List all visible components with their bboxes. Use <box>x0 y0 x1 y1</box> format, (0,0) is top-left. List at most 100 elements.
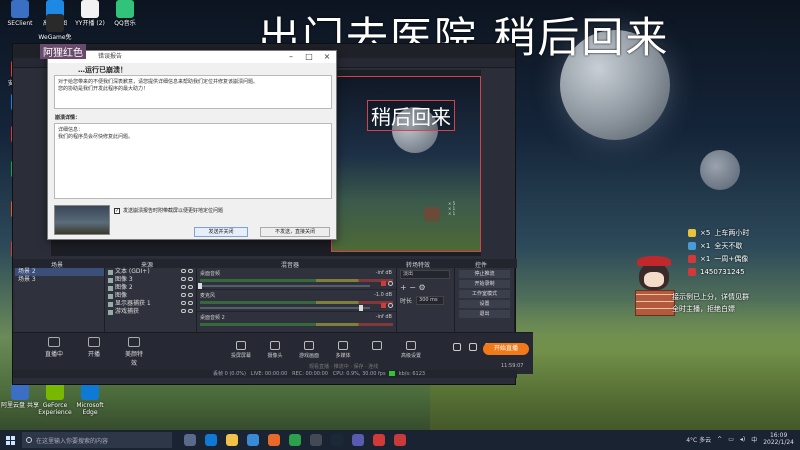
source-item[interactable]: 文本 (GDI+) <box>105 268 196 276</box>
eye-icon[interactable] <box>181 301 186 305</box>
desktop-icon[interactable]: WeGame免 <box>35 14 75 41</box>
eye-icon[interactable] <box>181 277 186 281</box>
tool-media[interactable]: 多媒体 <box>333 341 353 359</box>
firefox-icon[interactable] <box>268 434 280 446</box>
send-and-close-button[interactable]: 发送并关闭 <box>194 227 248 237</box>
scene-item[interactable]: 场景 3 <box>15 276 104 284</box>
scene-item[interactable]: 场景 2 <box>15 268 104 276</box>
ime-icon[interactable]: 中 <box>751 435 757 444</box>
mixer-track[interactable]: 麦克风 -1.0 dB <box>197 290 396 312</box>
tool-advanced[interactable]: 高级设置 <box>401 341 421 359</box>
file-explorer-icon[interactable] <box>226 434 238 446</box>
details-textarea[interactable]: 详细信息： 我们的程序员会尽快修复此问题。 <box>54 123 332 199</box>
eye-icon[interactable] <box>469 343 477 351</box>
checkbox-checked-icon[interactable]: ✓ <box>114 207 120 214</box>
eye-icon[interactable] <box>181 269 186 273</box>
attach-screenshot-checkbox[interactable]: ✓ 发送崩溃报告时附带截屏以便更好地定位问题 <box>114 207 223 214</box>
start-live-button[interactable]: 开始直播 <box>483 343 529 355</box>
lock-icon[interactable] <box>188 309 193 313</box>
crash-report-dialog[interactable]: 错误报告 – □ × …运行已崩溃！ 对于给您带来的不便我们深表歉意，请您提供详… <box>47 50 337 240</box>
duration-input[interactable]: 300 ms <box>416 296 445 305</box>
taskbar[interactable]: 在这里输入你要搜索的内容 4°C 多云 ^ ▭ ◂) 中 16:09 2022/… <box>0 430 800 450</box>
source-item[interactable]: 图像 3 <box>105 276 196 284</box>
volume-meter <box>200 279 393 282</box>
transition-duration[interactable]: 时长 300 ms <box>397 294 454 307</box>
lock-icon[interactable] <box>188 301 193 305</box>
gear-icon[interactable] <box>388 303 393 308</box>
netease-icon[interactable] <box>373 434 385 446</box>
gear-icon[interactable] <box>388 281 393 286</box>
exit-button[interactable]: 退出 <box>459 310 510 318</box>
dont-send-button[interactable]: 不发送，直接关闭 <box>260 227 330 237</box>
mixer-track[interactable]: 桌面音频 2 -inf dB <box>197 312 396 334</box>
weather-widget[interactable]: 4°C 多云 <box>686 435 711 444</box>
start-button[interactable] <box>0 430 20 450</box>
tool-game[interactable]: 游戏画面 <box>299 341 319 359</box>
eye-icon[interactable] <box>181 293 186 297</box>
eye-icon[interactable] <box>181 285 186 289</box>
tool-mic[interactable] <box>367 341 387 359</box>
transition-tools[interactable]: + − ⚙ <box>397 281 454 294</box>
cpu-usage: CPU: 0.9%, 30.00 fps <box>332 371 386 377</box>
screen-icon <box>236 341 246 350</box>
transition-select[interactable]: 淡出 <box>400 270 450 279</box>
source-item[interactable]: 显示器捕获 1 <box>105 300 196 308</box>
volume-fader[interactable] <box>200 305 370 311</box>
camera-icon[interactable] <box>453 343 461 351</box>
fader-knob[interactable] <box>359 305 364 311</box>
volume-fader[interactable] <box>198 283 370 289</box>
tool-screen-cast[interactable]: 投屏屏幕 <box>231 341 251 359</box>
speaker-muted-icon[interactable] <box>381 303 386 308</box>
steam-icon[interactable] <box>331 434 343 446</box>
source-item[interactable]: 图像 <box>105 292 196 300</box>
dialog-titlebar[interactable]: 错误报告 – □ × <box>48 51 336 63</box>
desktop-icon[interactable]: 阿里云盘 共享 <box>0 382 40 409</box>
mascot-chimney <box>635 290 675 316</box>
edge-icon[interactable] <box>205 434 217 446</box>
studio-mode-button[interactable]: 工作室模式 <box>459 290 510 298</box>
taskbar-search-input[interactable]: 在这里输入你要搜索的内容 <box>22 432 172 448</box>
taskbar-apps[interactable] <box>184 434 406 446</box>
maximize-button[interactable]: □ <box>300 51 318 63</box>
media-icon <box>338 341 348 350</box>
desktop-icon[interactable]: SEClient <box>0 0 40 27</box>
chevron-up-icon[interactable]: ^ <box>717 436 722 443</box>
fader-knob[interactable] <box>198 283 202 289</box>
tab-go-live[interactable]: 开播 <box>83 337 105 367</box>
close-button[interactable]: × <box>318 51 336 63</box>
mixer-track[interactable]: 桌面音频 -inf dB <box>197 268 396 290</box>
tool-camera[interactable]: 摄像头 <box>265 341 285 359</box>
desktop-icon[interactable]: Microsoft Edge <box>70 382 110 416</box>
store-icon[interactable] <box>247 434 259 446</box>
wechat-icon[interactable] <box>289 434 301 446</box>
desktop-icon[interactable]: YY开播 (2) <box>70 0 110 27</box>
streaming-toolbar[interactable]: 直播中 开播 美颜特效 投屏屏幕 摄像头 游戏画面 多媒体 高级设置 开始直播 … <box>13 332 533 374</box>
tool-label: 摄像头 <box>267 353 283 359</box>
taskbar-clock[interactable]: 16:09 2022/1/24 <box>763 432 794 446</box>
tab-live[interactable]: 直播中 <box>43 337 65 367</box>
lock-icon[interactable] <box>188 269 193 273</box>
network-icon[interactable]: ▭ <box>728 436 734 443</box>
lock-icon[interactable] <box>188 285 193 289</box>
eye-icon[interactable] <box>181 309 186 313</box>
music-icon[interactable] <box>352 434 364 446</box>
lock-icon[interactable] <box>188 277 193 281</box>
task-view-icon[interactable] <box>184 434 196 446</box>
stream-status-links[interactable]: 观看直播 · 推流中 · 保存 · 连线 <box>309 363 378 370</box>
lock-icon[interactable] <box>188 293 193 297</box>
stop-streaming-button[interactable]: 停止推流 <box>459 270 510 278</box>
screenshot-icon[interactable] <box>394 434 406 446</box>
source-item[interactable]: 图像 2 <box>105 284 196 292</box>
system-tray[interactable]: 4°C 多云 ^ ▭ ◂) 中 16:09 2022/1/24 <box>686 432 794 446</box>
source-item[interactable]: 游戏捕获 <box>105 308 196 316</box>
obs-icon[interactable] <box>310 434 322 446</box>
speaker-muted-icon[interactable] <box>381 281 386 286</box>
start-recording-button[interactable]: 开始录制 <box>459 280 510 288</box>
tab-beauty[interactable]: 美颜特效 <box>123 337 145 367</box>
desktop-icon[interactable]: GeForce Experience <box>35 382 75 416</box>
preview-text-source[interactable]: 稍后回来 <box>367 100 455 131</box>
settings-button[interactable]: 设置 <box>459 300 510 308</box>
volume-icon[interactable]: ◂) <box>740 436 745 443</box>
desktop-icon[interactable]: QQ音乐 <box>105 0 145 27</box>
minimize-button[interactable]: – <box>282 51 300 63</box>
